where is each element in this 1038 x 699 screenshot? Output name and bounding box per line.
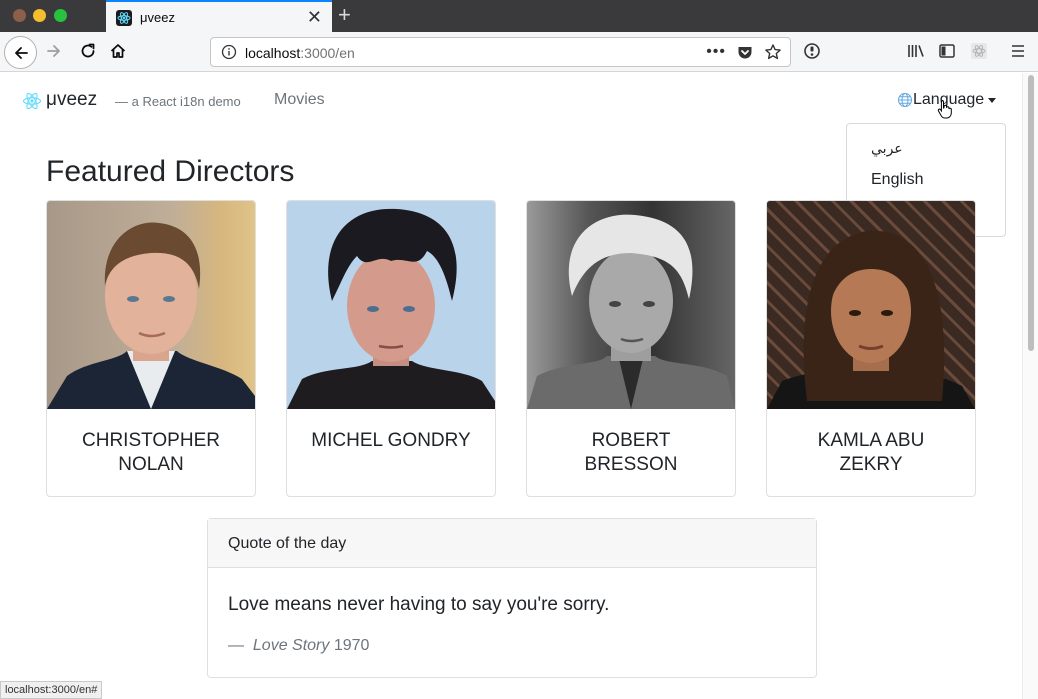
back-arrow-icon — [15, 47, 28, 59]
page-title: Featured Directors — [46, 155, 295, 188]
director-photo — [47, 201, 255, 409]
director-name: KAMLA ABU ZEKRY — [817, 430, 925, 475]
forward-arrow-icon[interactable] — [45, 42, 63, 60]
nav-link-movies[interactable]: Movies — [274, 91, 325, 109]
sidebar-icon[interactable] — [938, 42, 956, 60]
director-card[interactable]: CHRISTOPHER NOLAN — [46, 200, 256, 497]
quote-card: Quote of the day Love means never having… — [207, 518, 817, 678]
browser-toolbar: localhost:3000/en ••• — [0, 32, 1038, 72]
reload-icon[interactable] — [79, 42, 97, 60]
director-name: ROBERT BRESSON — [584, 430, 678, 475]
url-host: localhost — [245, 45, 301, 61]
quote-film: Love Story — [252, 637, 330, 654]
director-name: CHRISTOPHER NOLAN — [82, 430, 220, 475]
director-name: MICHEL GONDRY — [311, 430, 471, 451]
window-maximize-button[interactable] — [54, 9, 67, 22]
tab-close-icon[interactable]: ✕ — [307, 7, 322, 27]
page-content: μveez — a React i18n demo Movies Languag… — [0, 73, 1022, 699]
director-card[interactable]: KAMLA ABU ZEKRY — [766, 200, 976, 497]
page-scrollbar[interactable] — [1022, 73, 1038, 699]
brand-tagline: — a React i18n demo — [115, 94, 241, 109]
pocket-icon[interactable] — [736, 43, 754, 61]
window-minimize-button[interactable] — [33, 9, 46, 22]
status-bar-url: localhost:3000/en# — [0, 681, 103, 699]
brand-name[interactable]: μveez — [46, 89, 97, 111]
globe-icon — [898, 93, 912, 107]
react-devtools-icon[interactable] — [970, 42, 988, 60]
extension-icon[interactable] — [803, 42, 821, 60]
scrollbar-thumb[interactable] — [1028, 75, 1034, 351]
director-card[interactable]: ROBERT BRESSON — [526, 200, 736, 497]
director-photo — [767, 201, 975, 409]
url-text: localhost:3000/en — [245, 45, 355, 61]
app-navbar: μveez — a React i18n demo Movies Languag… — [0, 73, 1022, 129]
bookmark-star-icon[interactable] — [764, 43, 782, 61]
new-tab-icon[interactable]: + — [338, 3, 351, 27]
tab-title: μveez — [140, 10, 175, 25]
react-favicon-icon — [116, 10, 132, 26]
browser-titlebar: μveez ✕ + — [0, 0, 1038, 32]
quote-year: 1970 — [333, 637, 370, 654]
page-actions-icon[interactable]: ••• — [706, 43, 726, 61]
quote-source: — Love Story 1970 — [228, 637, 369, 655]
director-photo — [527, 201, 735, 409]
url-path: :3000/en — [300, 45, 355, 61]
browser-tab[interactable]: μveez ✕ — [106, 0, 332, 32]
home-icon[interactable] — [109, 42, 127, 60]
director-photo — [287, 201, 495, 409]
react-logo-icon[interactable] — [22, 91, 42, 111]
back-button[interactable] — [4, 36, 37, 69]
info-icon[interactable] — [221, 44, 237, 60]
quote-text: Love means never having to say you're so… — [228, 594, 610, 615]
language-option-arabic[interactable]: عربي — [847, 132, 1005, 164]
url-bar[interactable]: localhost:3000/en ••• — [210, 37, 791, 67]
caret-down-icon — [988, 97, 997, 103]
language-option-english[interactable]: English — [847, 164, 1005, 196]
hamburger-menu-icon[interactable] — [1010, 42, 1026, 60]
director-card[interactable]: MICHEL GONDRY — [286, 200, 496, 497]
library-icon[interactable] — [906, 42, 926, 60]
hand-cursor-icon — [937, 100, 952, 119]
quote-header: Quote of the day — [208, 519, 816, 568]
quote-dash: — — [228, 637, 244, 654]
window-close-button[interactable] — [13, 9, 26, 22]
